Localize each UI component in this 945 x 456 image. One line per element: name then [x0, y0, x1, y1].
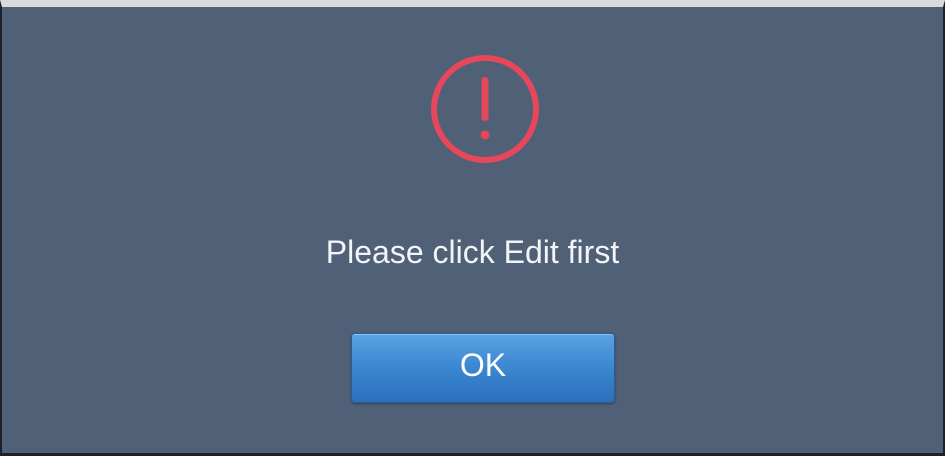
- alert-dialog: Please click Edit first OK: [0, 0, 945, 456]
- alert-circle-icon: [429, 53, 541, 165]
- ok-button[interactable]: OK: [351, 333, 615, 403]
- dialog-message: Please click Edit first: [325, 234, 620, 270]
